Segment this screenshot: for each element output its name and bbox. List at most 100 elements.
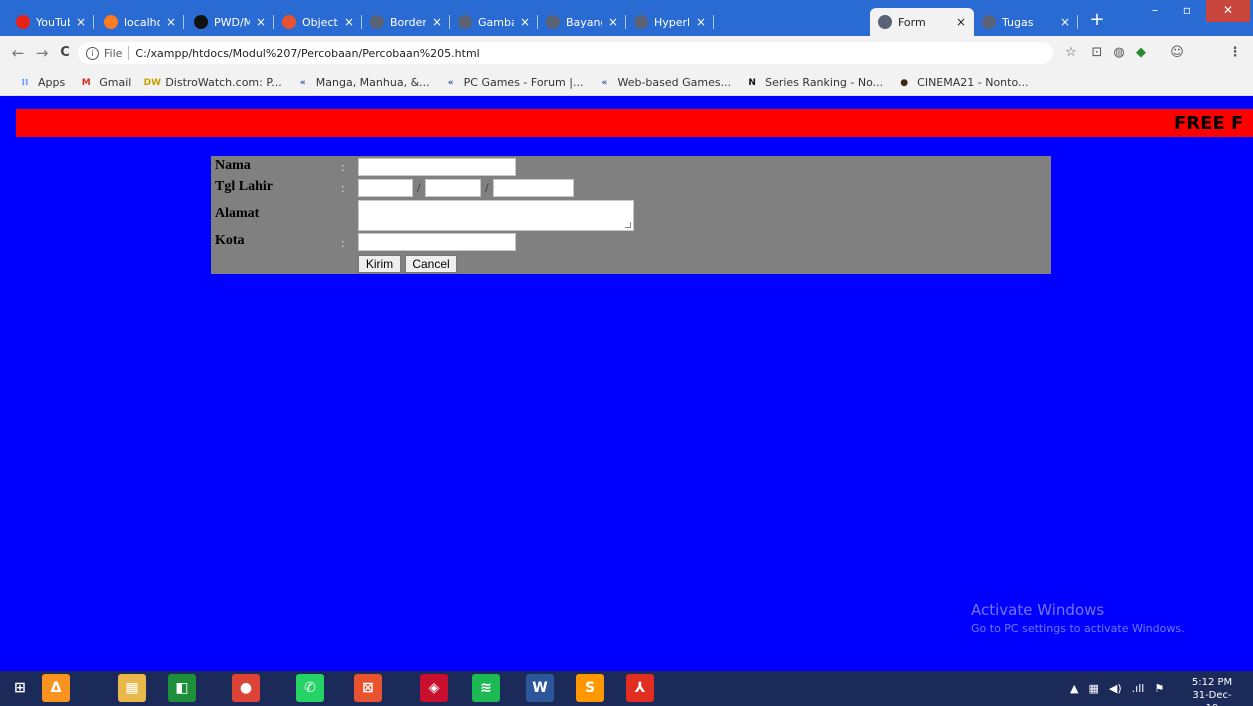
tab-title: Border	[390, 15, 426, 29]
whatsapp-icon[interactable]: ✆	[296, 674, 324, 702]
store-icon[interactable]: ◧	[168, 674, 196, 702]
codepen-icon	[282, 15, 296, 29]
close-window-button[interactable]: ✕	[1206, 0, 1250, 22]
bookmark-item[interactable]: ⁞⁞ Apps	[18, 76, 66, 90]
kota-input[interactable]	[358, 233, 516, 251]
windows-start-icon[interactable]: ⊞	[6, 674, 34, 702]
minimize-button[interactable]: –	[1140, 0, 1170, 22]
tab-title: YouTube	[36, 15, 70, 29]
globe-icon	[634, 15, 648, 29]
bookmark-item[interactable]: N Series Ranking - No...	[745, 76, 883, 90]
kota-colon: :	[341, 235, 345, 250]
close-tab-icon[interactable]: ×	[1058, 15, 1072, 29]
show-hidden-icons-icon[interactable]: ▲	[1070, 682, 1078, 695]
tab-title: Bayangan	[566, 15, 602, 29]
year-input[interactable]	[493, 179, 574, 197]
close-tab-icon[interactable]: ×	[954, 15, 968, 29]
tab-hyperlink[interactable]: Hyperlink ×	[626, 8, 714, 36]
garena-icon[interactable]: ◈	[420, 674, 448, 702]
cancel-button[interactable]: Cancel	[405, 255, 457, 273]
bookmark-item[interactable]: DW DistroWatch.com: P...	[144, 76, 282, 90]
volume-icon[interactable]: ◀)	[1109, 682, 1122, 695]
tab-border[interactable]: Border ×	[362, 8, 450, 36]
close-tab-icon[interactable]: ×	[430, 15, 444, 29]
screenshot-extension-icon[interactable]: ⊡	[1088, 44, 1106, 62]
tab-gambar[interactable]: Gambar ×	[450, 8, 538, 36]
day-input[interactable]	[358, 179, 413, 197]
clock[interactable]: 5:12 PM 31-Dec-19	[1186, 676, 1238, 706]
bookmark-item[interactable]: M Gmail	[79, 76, 132, 90]
bookmark-item[interactable]: « Manga, Manhua, &...	[296, 76, 430, 90]
close-tab-icon[interactable]: ×	[254, 15, 268, 29]
marquee-text: FREE F	[1174, 113, 1244, 134]
globe-icon	[878, 15, 892, 29]
clock-date: 31-Dec-19	[1192, 690, 1232, 706]
info-icon[interactable]: i	[86, 46, 99, 60]
form-table: Nama : Tgl Lahir : / / Alamat Kota : Kir…	[211, 156, 1051, 274]
tab-youtube[interactable]: YouTube ×	[8, 8, 94, 36]
maximize-button[interactable]: ▫	[1172, 0, 1202, 22]
tab-tugas[interactable]: Tugas ×	[974, 8, 1078, 36]
tab-object-no[interactable]: Object no ×	[274, 8, 362, 36]
chrome-icon[interactable]: ●	[232, 674, 260, 702]
profile-icon[interactable]: ☺	[1168, 44, 1186, 62]
date-separator-1: /	[417, 180, 421, 195]
close-tab-icon[interactable]: ×	[164, 15, 178, 29]
address-separator	[128, 46, 130, 60]
back-button[interactable]: ←	[8, 43, 28, 63]
marquee-banner: FREE F	[16, 109, 1253, 137]
tab-bayangan[interactable]: Bayangan ×	[538, 8, 626, 36]
sublime-text-icon[interactable]: S	[576, 674, 604, 702]
tab-strip: YouTube×localhost×PWD/Mo×Object no×Borde…	[0, 0, 1253, 36]
bookmark-label: Web-based Games...	[617, 76, 732, 89]
avast-icon[interactable]: Δ	[42, 674, 70, 702]
menu-icon[interactable]: ⋮	[1226, 44, 1244, 62]
tab-separator	[93, 15, 94, 29]
tab-separator	[183, 15, 184, 29]
colorful-extension-icon[interactable]: ◆	[1132, 44, 1150, 62]
nama-colon: :	[341, 159, 345, 174]
nama-input[interactable]	[358, 158, 516, 176]
globe-icon	[370, 15, 384, 29]
tab-form[interactable]: Form ×	[870, 8, 974, 36]
close-tab-icon[interactable]: ×	[518, 15, 532, 29]
notion-icon: N	[748, 77, 756, 88]
alamat-textarea[interactable]	[358, 200, 634, 231]
close-tab-icon[interactable]: ×	[342, 15, 356, 29]
close-tab-icon[interactable]: ×	[74, 15, 88, 29]
date-separator-2: /	[485, 180, 489, 195]
network-icon[interactable]: ▦	[1088, 682, 1098, 695]
scheme-label: File	[104, 46, 123, 60]
globe-extension-icon[interactable]: ◍	[1110, 44, 1128, 62]
codepen-icon[interactable]: ⊠	[354, 674, 382, 702]
bookmark-item[interactable]: ● CINEMA21 - Nonto...	[897, 76, 1028, 90]
kirim-button[interactable]: Kirim	[358, 255, 401, 273]
kota-label: Kota	[215, 233, 245, 248]
url-text[interactable]: C:/xampp/htdocs/Modul%207/Percobaan/Perc…	[135, 47, 479, 60]
forward-button[interactable]: →	[32, 43, 52, 63]
bookmark-item[interactable]: « Web-based Games...	[597, 76, 732, 90]
cinema21-icon: ●	[900, 77, 909, 88]
month-input[interactable]	[425, 179, 481, 197]
star-icon[interactable]: ☆	[1062, 44, 1080, 62]
close-tab-icon[interactable]: ×	[694, 15, 708, 29]
acrobat-icon[interactable]: ⅄	[626, 674, 654, 702]
bookmark-label: Series Ranking - No...	[765, 76, 884, 89]
action-center-flag-icon[interactable]: ⚑	[1154, 682, 1164, 695]
word-icon[interactable]: W	[526, 674, 554, 702]
tab-localhost[interactable]: localhost ×	[96, 8, 184, 36]
spotify-icon[interactable]: ≋	[472, 674, 500, 702]
resize-grip-icon[interactable]	[625, 222, 631, 228]
reload-button[interactable]: C	[55, 43, 75, 63]
tab-pwd-mo[interactable]: PWD/Mo ×	[186, 8, 274, 36]
close-tab-icon[interactable]: ×	[606, 15, 620, 29]
browser-toolbar: ← → C i File C:/xampp/htdocs/Modul%207/P…	[0, 36, 1253, 70]
file-explorer-icon[interactable]: ▦	[118, 674, 146, 702]
address-bar[interactable]: i File C:/xampp/htdocs/Modul%207/Percoba…	[78, 42, 1053, 64]
globe-icon	[458, 15, 472, 29]
bookmark-item[interactable]: « PC Games - Forum |...	[444, 76, 584, 90]
new-tab-button[interactable]: +	[1086, 10, 1108, 32]
signal-icon[interactable]: .ıll	[1132, 682, 1145, 695]
kaskus-icon: «	[299, 77, 306, 88]
tab-title: Hyperlink	[654, 15, 690, 29]
